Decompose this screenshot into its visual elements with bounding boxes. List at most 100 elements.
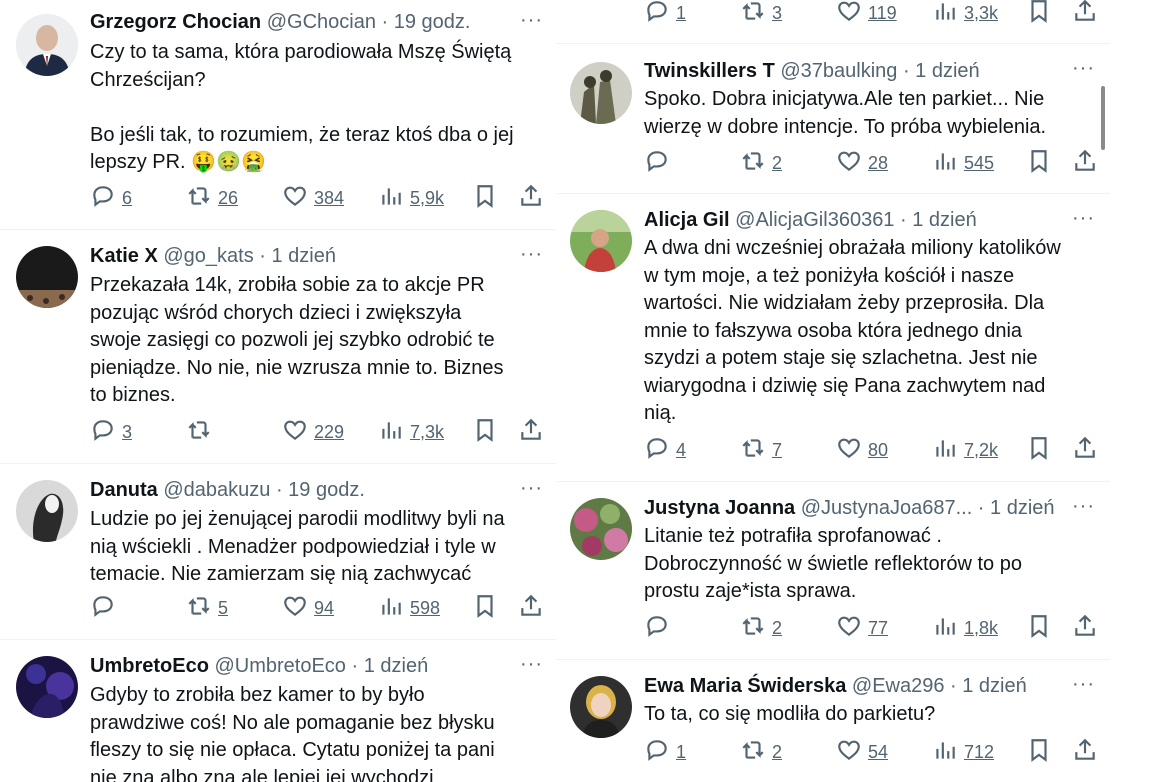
- handle-and-time[interactable]: @GChocian · 19 godz.: [267, 11, 471, 33]
- bookmark-button[interactable]: [472, 184, 498, 212]
- tweet[interactable]: Twinskillers T @37baulking · 1 dzień ···…: [556, 44, 1110, 194]
- display-name[interactable]: Justyna Joanna: [644, 497, 795, 519]
- reply-button[interactable]: 1: [644, 0, 686, 27]
- share-button[interactable]: [1072, 436, 1098, 464]
- retweet-button[interactable]: 2: [740, 149, 782, 177]
- tweet[interactable]: Grzegorz Chocian @GChocian · 19 godz. ··…: [0, 0, 556, 230]
- retweet-button[interactable]: 3: [740, 0, 782, 27]
- views-button[interactable]: 7,3k: [378, 418, 444, 446]
- like-count: 80: [868, 439, 889, 460]
- scrollbar-thumb[interactable]: [1101, 86, 1105, 150]
- avatar[interactable]: [570, 498, 632, 560]
- handle-and-time[interactable]: @go_kats · 1 dzień: [163, 245, 336, 267]
- avatar[interactable]: [570, 676, 632, 738]
- share-button[interactable]: [1072, 0, 1098, 27]
- share-button[interactable]: [1072, 614, 1098, 642]
- like-button[interactable]: 77: [836, 614, 888, 642]
- share-button[interactable]: [518, 418, 544, 446]
- more-icon[interactable]: ···: [1072, 496, 1095, 516]
- tweet[interactable]: 1 3 119 3,3k: [556, 0, 1110, 44]
- handle-and-time[interactable]: @37baulking · 1 dzień: [780, 60, 979, 82]
- handle-and-time[interactable]: @AlicjaGil360361 · 1 dzień: [735, 209, 977, 231]
- more-icon[interactable]: ···: [520, 244, 543, 264]
- avatar[interactable]: [570, 62, 632, 124]
- avatar[interactable]: [16, 246, 78, 308]
- reply-button[interactable]: [90, 594, 122, 622]
- bookmark-button[interactable]: [1026, 614, 1052, 642]
- share-button[interactable]: [1072, 738, 1098, 766]
- avatar[interactable]: [570, 210, 632, 272]
- handle-and-time[interactable]: @Ewa296 · 1 dzień: [852, 675, 1027, 697]
- more-icon[interactable]: ···: [520, 10, 543, 30]
- like-button[interactable]: 119: [836, 0, 897, 27]
- bookmark-button[interactable]: [1026, 149, 1052, 177]
- bookmark-button[interactable]: [472, 594, 498, 622]
- display-name[interactable]: Danuta: [90, 479, 158, 501]
- like-button[interactable]: 80: [836, 436, 888, 464]
- bookmark-icon: [1026, 737, 1052, 768]
- views-button[interactable]: 3,3k: [932, 0, 998, 27]
- bookmark-button[interactable]: [1026, 738, 1052, 766]
- handle-and-time[interactable]: @dabakuzu · 19 godz.: [163, 479, 365, 501]
- more-icon[interactable]: ···: [1072, 208, 1095, 228]
- retweet-button[interactable]: 2: [740, 614, 782, 642]
- views-button[interactable]: 7,2k: [932, 436, 998, 464]
- tweet[interactable]: Justyna Joanna @JustynaJoa687... · 1 dzi…: [556, 482, 1110, 660]
- tweet-text: To ta, co się modliła do parkietu?: [644, 703, 936, 725]
- views-button[interactable]: 1,8k: [932, 614, 998, 642]
- scrollbar[interactable]: [1100, 86, 1106, 150]
- more-icon[interactable]: ···: [520, 654, 543, 674]
- views-button[interactable]: 712: [932, 738, 994, 766]
- reply-button[interactable]: 3: [90, 418, 132, 446]
- reply-button[interactable]: [644, 149, 676, 177]
- display-name[interactable]: Ewa Maria Świderska: [644, 675, 846, 697]
- bookmark-button[interactable]: [472, 418, 498, 446]
- views-button[interactable]: 5,9k: [378, 184, 444, 212]
- avatar[interactable]: [16, 656, 78, 718]
- handle-and-time[interactable]: @JustynaJoa687... · 1 dzień: [801, 497, 1055, 519]
- avatar[interactable]: [16, 480, 78, 542]
- retweet-button[interactable]: 26: [186, 184, 238, 212]
- bookmark-button[interactable]: [1026, 436, 1052, 464]
- display-name[interactable]: Twinskillers T: [644, 60, 775, 82]
- tweet-text: Ludzie po jej żenującej parodii modlitwy…: [90, 508, 505, 585]
- more-icon[interactable]: ···: [1072, 58, 1095, 78]
- retweet-count: 5: [218, 597, 229, 618]
- more-icon[interactable]: ···: [520, 478, 543, 498]
- avatar[interactable]: [16, 14, 78, 76]
- bookmark-button[interactable]: [1026, 0, 1052, 27]
- retweet-button[interactable]: 5: [186, 594, 228, 622]
- reply-button[interactable]: 1: [644, 738, 686, 766]
- like-button[interactable]: 28: [836, 149, 888, 177]
- retweet-button[interactable]: 7: [740, 436, 782, 464]
- retweet-button[interactable]: 2: [740, 738, 782, 766]
- like-button[interactable]: 384: [282, 184, 344, 212]
- like-button[interactable]: 94: [282, 594, 334, 622]
- retweet-count: 2: [772, 152, 783, 173]
- views-button[interactable]: 598: [378, 594, 440, 622]
- like-button[interactable]: 54: [836, 738, 888, 766]
- display-name[interactable]: Alicja Gil: [644, 209, 730, 231]
- retweet-button[interactable]: [186, 418, 218, 446]
- views-button[interactable]: 545: [932, 149, 994, 177]
- share-button[interactable]: [518, 184, 544, 212]
- more-icon[interactable]: ···: [1072, 674, 1095, 694]
- share-button[interactable]: [1072, 149, 1098, 177]
- like-button[interactable]: 229: [282, 418, 344, 446]
- reply-button[interactable]: 4: [644, 436, 686, 464]
- display-name[interactable]: UmbretoEco: [90, 655, 209, 677]
- tweet[interactable]: UmbretoEco @UmbretoEco · 1 dzień ··· Gdy…: [0, 640, 556, 782]
- share-icon: [1072, 435, 1098, 466]
- tweet[interactable]: Ewa Maria Świderska @Ewa296 · 1 dzień ··…: [556, 660, 1110, 782]
- views-icon: [932, 737, 958, 768]
- tweet[interactable]: Danuta @dabakuzu · 19 godz. ··· Ludzie p…: [0, 464, 556, 640]
- share-button[interactable]: [518, 594, 544, 622]
- display-name[interactable]: Grzegorz Chocian: [90, 11, 261, 33]
- tweet[interactable]: Katie X @go_kats · 1 dzień ··· Przekazał…: [0, 230, 556, 464]
- tweet[interactable]: Alicja Gil @AlicjaGil360361 · 1 dzień ··…: [556, 194, 1110, 482]
- display-name[interactable]: Katie X: [90, 245, 158, 267]
- reply-button[interactable]: [644, 614, 676, 642]
- reply-button[interactable]: 6: [90, 184, 132, 212]
- left-reply-column: Grzegorz Chocian @GChocian · 19 godz. ··…: [0, 0, 556, 782]
- handle-and-time[interactable]: @UmbretoEco · 1 dzień: [214, 655, 428, 677]
